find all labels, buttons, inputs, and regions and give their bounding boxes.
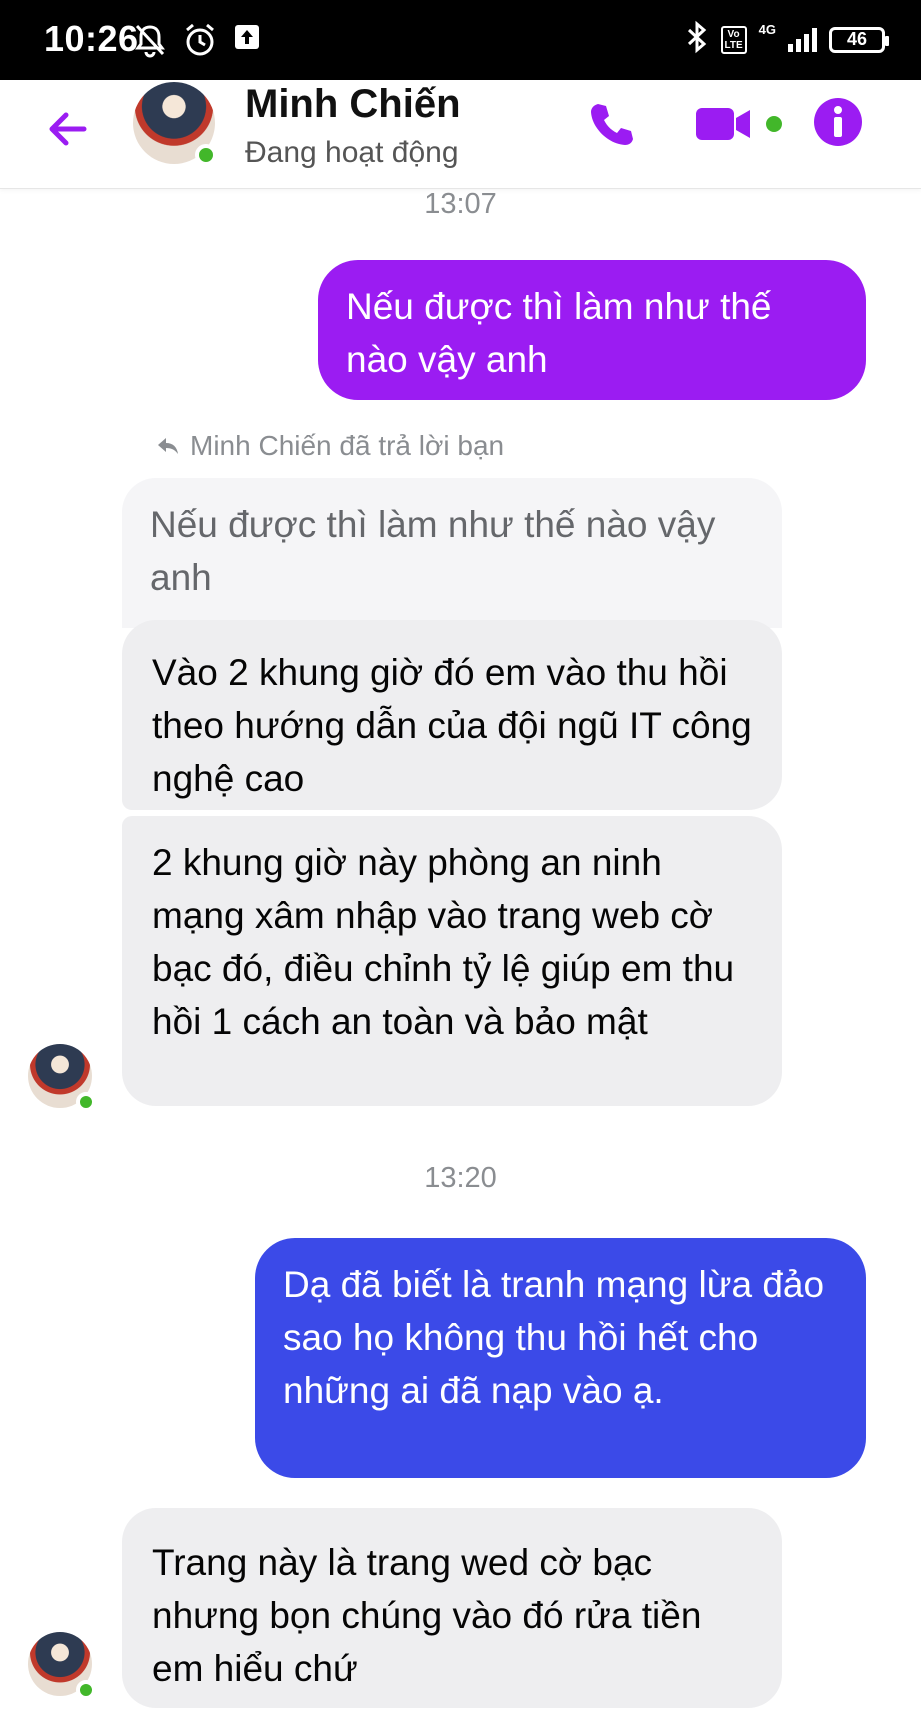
reply-label-text: Minh Chiến đã trả lời bạn bbox=[190, 430, 505, 461]
reply-icon bbox=[158, 438, 178, 454]
upload-icon bbox=[232, 22, 262, 63]
call-button[interactable] bbox=[584, 96, 640, 157]
back-arrow-icon bbox=[49, 112, 87, 146]
sent-message[interactable]: Dạ đã biết là tranh mạng lừa đảo sao họ … bbox=[255, 1238, 866, 1478]
sent-message[interactable]: Nếu được thì làm như thế nào vậy anh bbox=[318, 260, 866, 400]
chat-header: Minh Chiến Đang hoạt động bbox=[0, 80, 921, 189]
volte-badge: Vo LTE bbox=[720, 25, 747, 54]
timestamp: 13:07 bbox=[424, 188, 497, 220]
received-message[interactable]: 2 khung giờ này phòng an ninh mạng xâm n… bbox=[122, 816, 782, 1106]
status-right-icons: Vo LTE 4G 46 bbox=[685, 20, 889, 59]
active-status: Đang hoạt động bbox=[245, 136, 459, 169]
mute-notification-icon bbox=[132, 22, 168, 63]
status-bar: 10:26 Vo LTE 4G 46 bbox=[0, 0, 921, 80]
signal-icon bbox=[788, 27, 817, 52]
battery-icon: 46 bbox=[829, 26, 889, 53]
bluetooth-icon bbox=[685, 20, 709, 59]
received-message[interactable]: Vào 2 khung giờ đó em vào thu hồi theo h… bbox=[122, 620, 782, 810]
reply-indicator: Minh Chiến đã trả lời bạn bbox=[156, 430, 504, 462]
video-camera-icon bbox=[696, 108, 782, 140]
back-button[interactable] bbox=[40, 102, 94, 156]
phone-icon bbox=[591, 104, 633, 145]
received-message[interactable]: Trang này là trang wed cờ bạc nhưng bọn … bbox=[122, 1508, 782, 1708]
sender-avatar[interactable] bbox=[28, 1632, 96, 1700]
online-indicator bbox=[76, 1092, 96, 1112]
timestamp: 13:20 bbox=[424, 1162, 497, 1194]
alarm-icon bbox=[182, 22, 218, 63]
quoted-message[interactable]: Nếu được thì làm như thế nào vậy anh bbox=[122, 478, 782, 628]
online-indicator bbox=[76, 1680, 96, 1700]
online-indicator bbox=[195, 144, 217, 166]
contact-avatar[interactable] bbox=[133, 82, 217, 166]
info-button[interactable] bbox=[812, 96, 864, 153]
contact-name[interactable]: Minh Chiến bbox=[245, 82, 461, 127]
network-type: 4G bbox=[758, 22, 776, 37]
info-icon bbox=[814, 98, 862, 146]
video-call-button[interactable] bbox=[694, 104, 784, 149]
battery-level: 46 bbox=[846, 29, 868, 49]
status-time: 10:26 bbox=[44, 18, 139, 59]
sender-avatar[interactable] bbox=[28, 1044, 96, 1112]
status-left-icons bbox=[132, 22, 262, 63]
